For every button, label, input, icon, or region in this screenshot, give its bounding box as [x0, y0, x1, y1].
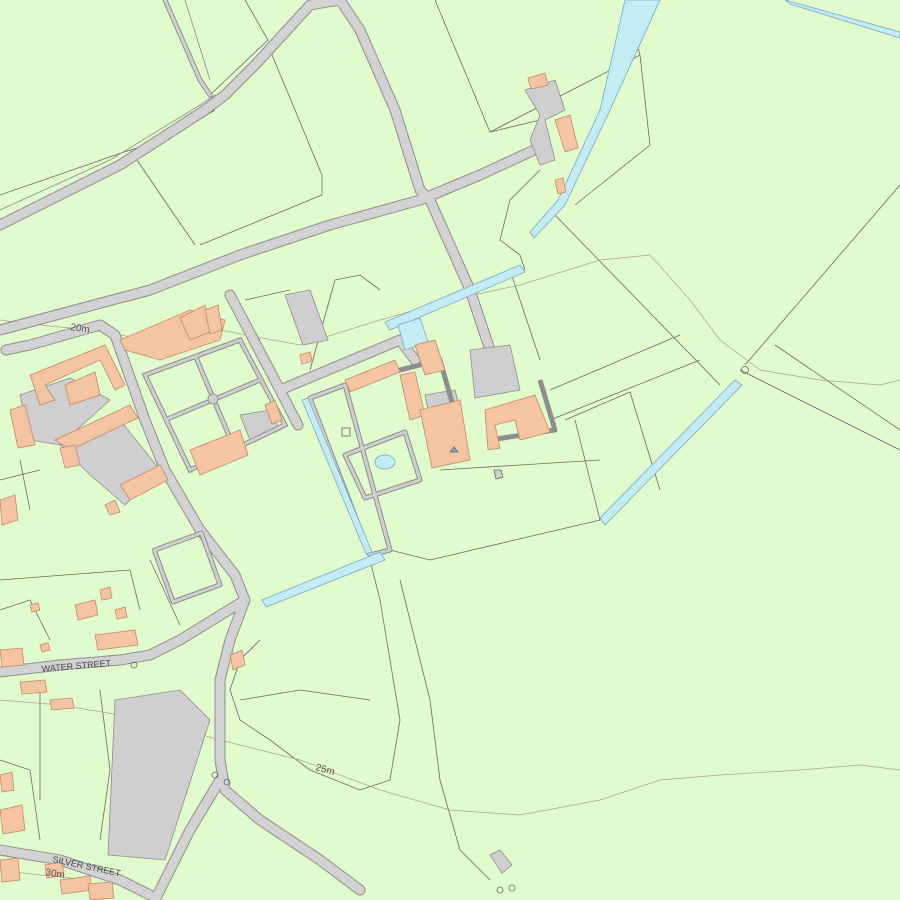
map-canvas[interactable]: WATER STREET SILVER STREET 20m 25m 30m: [0, 0, 900, 900]
garden-fountain: [207, 393, 219, 405]
